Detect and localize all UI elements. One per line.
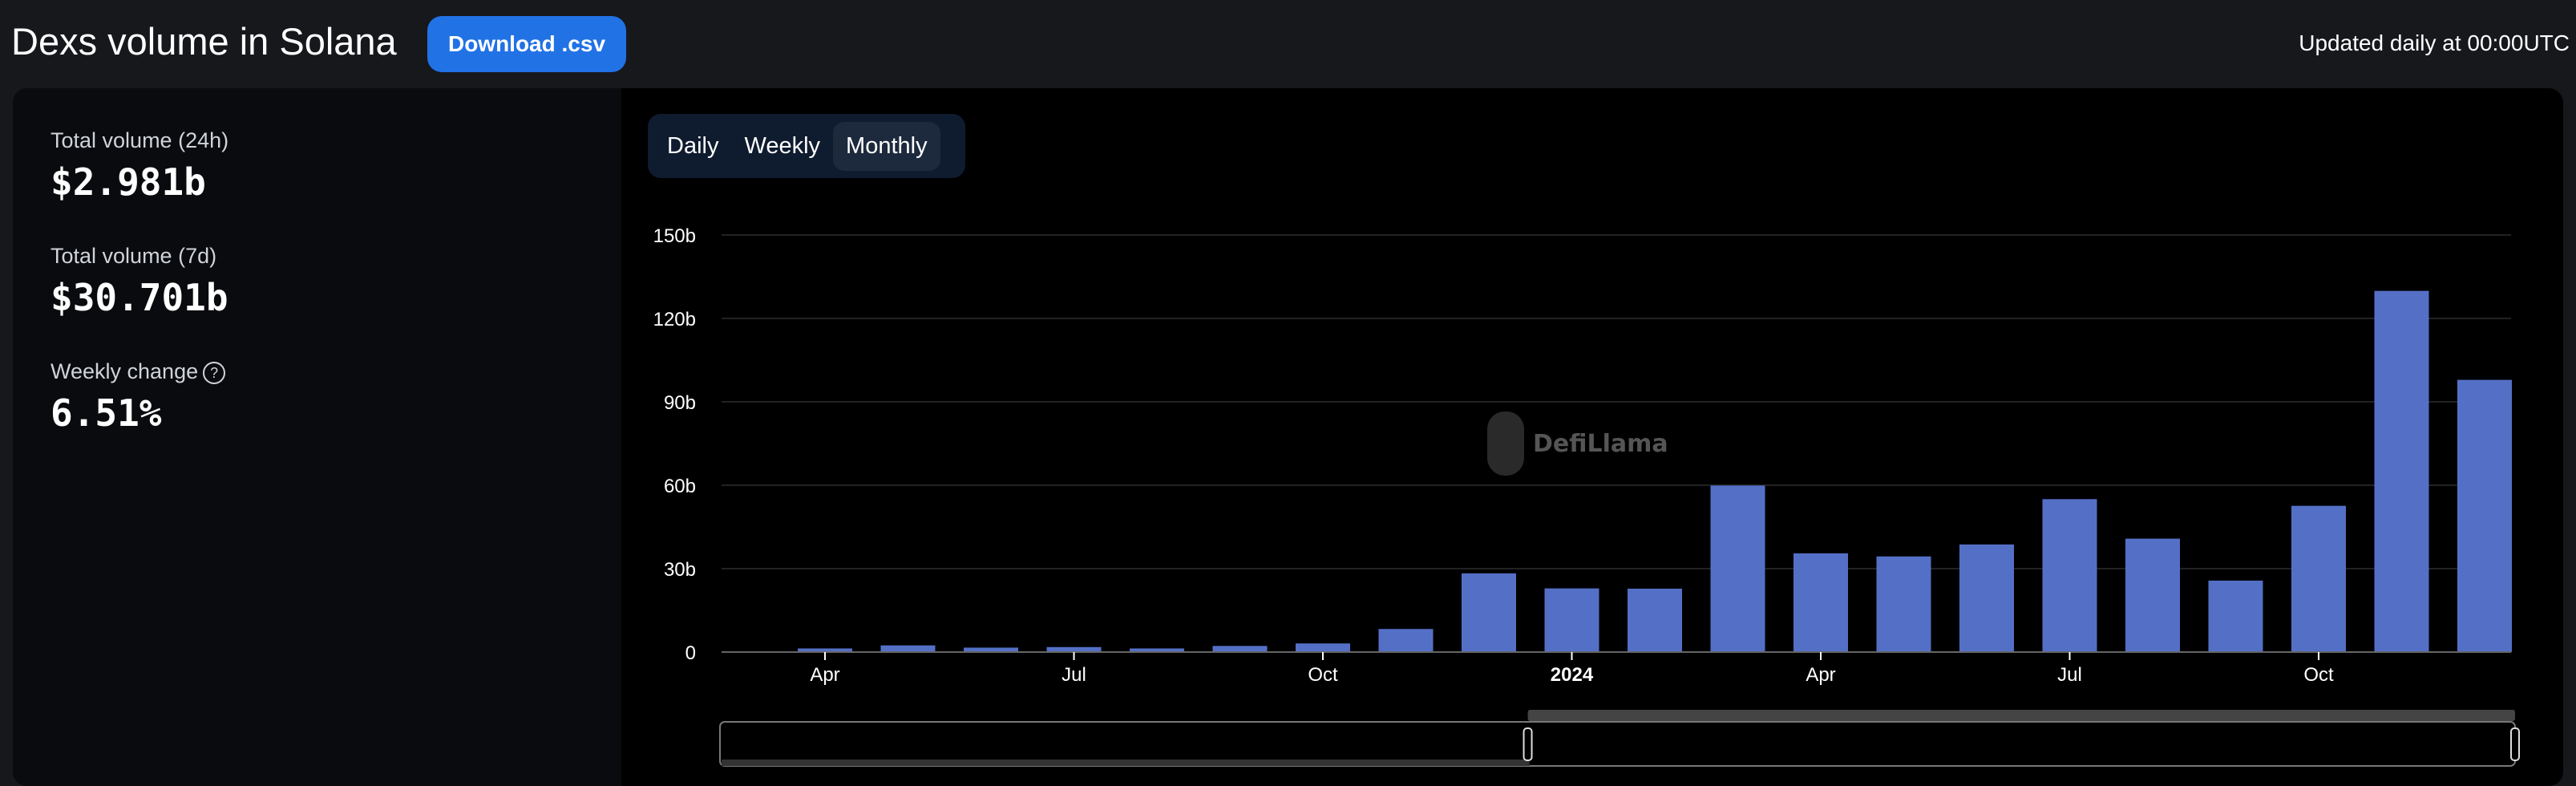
x-tick-label: Jul: [2057, 664, 2082, 686]
bar-2024-06: [1959, 544, 2014, 652]
bar-2023-05: [880, 645, 936, 652]
x-tick-label: Oct: [1308, 664, 1338, 686]
bar-2024-10: [2291, 505, 2346, 652]
bar-2024-08: [2125, 538, 2180, 652]
zoom-slider-preview: [722, 760, 1530, 766]
x-tick-label: Oct: [2303, 664, 2334, 686]
zoom-slider-handle-bar[interactable]: [1527, 710, 2515, 721]
bar-2023-09: [1212, 646, 1268, 652]
x-tick-label: Apr: [1806, 664, 1835, 686]
bar-2023-11: [1378, 629, 1434, 652]
bar-2024-03: [1710, 485, 1765, 652]
y-tick-label: 120b: [653, 309, 696, 330]
zoom-handle-right[interactable]: [2510, 727, 2520, 761]
bar-2024-12: [2457, 379, 2512, 652]
defillama-logo-icon: [1487, 411, 1524, 476]
y-tick-label: 60b: [664, 476, 696, 497]
watermark: DefiLlama: [1533, 430, 1668, 458]
zoom-slider-track: [719, 721, 2516, 767]
bar-2024-04: [1793, 553, 1848, 652]
bar-2024-05: [1876, 556, 1931, 652]
bar-2024-09: [2208, 580, 2263, 652]
x-tick-label: Jul: [1062, 664, 1086, 686]
bar-2023-12: [1462, 573, 1516, 652]
bar-2024-02: [1628, 588, 1682, 652]
bar-2024-11: [2374, 290, 2429, 652]
bar-chart: 0 30b 60b 90b 120b 150b DefiLlama Apr Jul Oct 2024…: [653, 225, 2520, 767]
bar-2023-10: [1296, 643, 1350, 652]
zoom-handle-left[interactable]: [1523, 727, 1533, 761]
y-tick-label: 0: [685, 642, 696, 664]
bar-2024-07: [2042, 499, 2097, 652]
y-tick-label: 150b: [653, 225, 696, 247]
x-tick-label: Apr: [810, 664, 839, 686]
y-tick-label: 90b: [664, 392, 696, 414]
bar-2024-01: [1544, 588, 1599, 652]
y-tick-label: 30b: [664, 559, 696, 581]
x-tick-label: 2024: [1551, 664, 1594, 686]
